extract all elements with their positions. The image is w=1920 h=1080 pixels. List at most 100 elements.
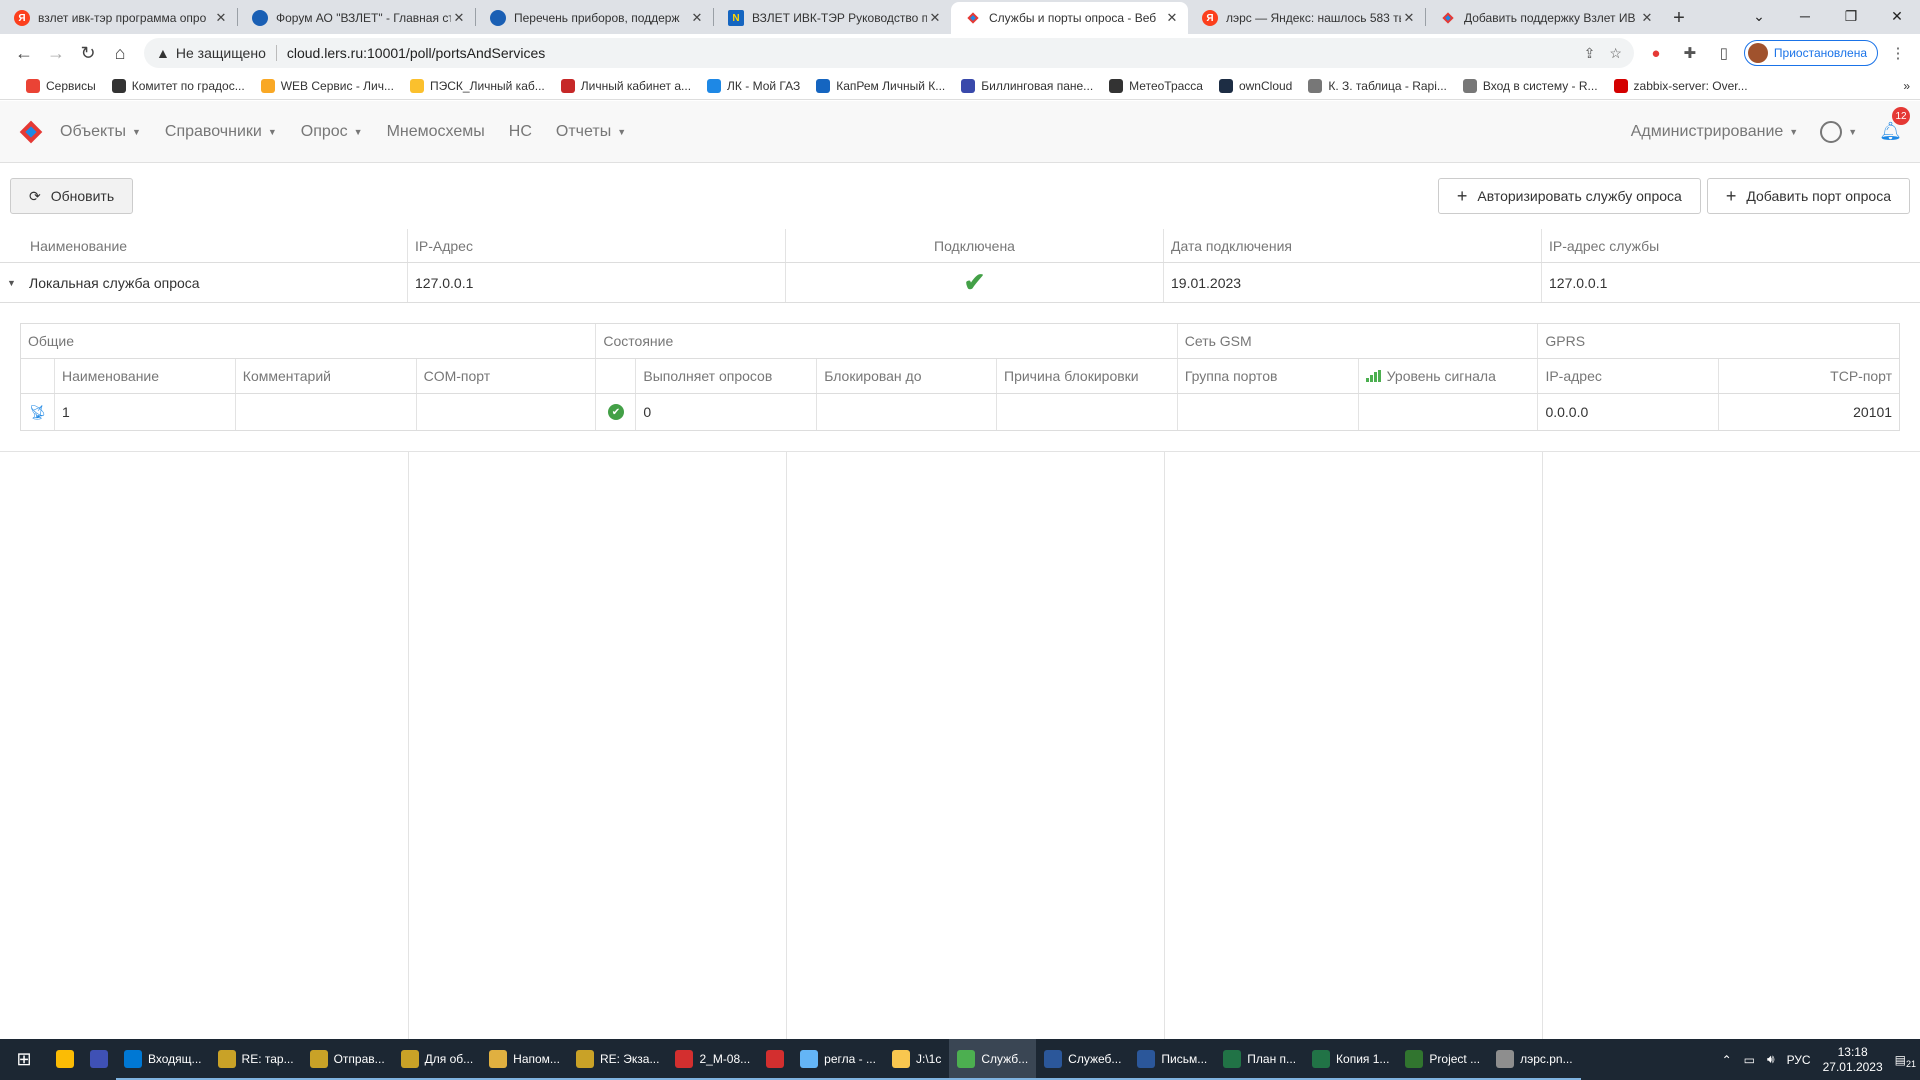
column-header-name[interactable]: Наименование — [0, 229, 408, 262]
bookmark-item[interactable]: К. З. таблица - Rapi... — [1308, 78, 1447, 93]
bookmark-item[interactable]: ownCloud — [1218, 78, 1292, 93]
menu-item-4[interactable]: НС — [509, 123, 532, 141]
table-row[interactable]: 📡︎ 1 ✔ 0 0.0.0.0 20101 — [21, 394, 1899, 430]
column-header-connect-date[interactable]: Дата подключения — [1164, 229, 1542, 262]
tab-close-icon[interactable]: ✕ — [213, 10, 229, 26]
column-header-tcp-port[interactable]: TCP-порт — [1719, 359, 1899, 393]
tab-close-icon[interactable]: ✕ — [451, 10, 467, 26]
new-tab-button[interactable]: + — [1663, 2, 1695, 34]
bookmark-item[interactable]: Комитет по градос... — [111, 78, 245, 93]
tab-0[interactable]: Явзлет ивк-тэр программа опро ✕ — [0, 2, 237, 34]
volume-icon[interactable]: 🔊︎ — [1767, 1052, 1775, 1067]
tab-3[interactable]: N ВЗЛЕТ ИВК-ТЭР Руководство п ✕ — [714, 2, 951, 34]
user-menu[interactable]: ▼ — [1820, 120, 1857, 143]
menu-item-1[interactable]: Справочники ▼ — [165, 123, 277, 141]
bookmark-item[interactable]: ЛК - Мой ГАЗ — [707, 78, 800, 93]
kebab-menu-icon[interactable]: ⋮ — [1884, 39, 1912, 67]
taskbar-app[interactable]: Отправ... — [301, 1039, 393, 1080]
menu-item-0[interactable]: Объекты ▼ — [60, 123, 141, 141]
tab-close-icon[interactable]: ✕ — [1164, 10, 1180, 26]
close-window-button[interactable]: ✕ — [1874, 0, 1920, 32]
column-header-port-ip[interactable]: IP-адрес — [1538, 359, 1720, 393]
chevron-down-icon[interactable]: ⌄ — [1736, 0, 1782, 32]
taskbar-app[interactable]: RE: тар... — [209, 1039, 302, 1080]
taskbar-app[interactable]: регла - ... — [792, 1039, 884, 1080]
minimize-button[interactable]: ─ — [1782, 0, 1828, 32]
column-header-com-port[interactable]: COM-порт — [417, 359, 597, 393]
column-header-ip[interactable]: IP-Адрес — [408, 229, 786, 262]
tab-4[interactable]: Службы и порты опроса - Веб ✕ — [951, 2, 1188, 34]
taskbar-app[interactable]: RE: Экза... — [567, 1039, 668, 1080]
taskbar-app[interactable] — [48, 1039, 82, 1080]
bookmark-item[interactable]: zabbix-server: Over... — [1613, 78, 1748, 93]
menu-admin[interactable]: Администрирование ▼ — [1631, 123, 1799, 141]
bookmark-item[interactable]: КапРем Личный К... — [816, 78, 945, 93]
column-header-polls[interactable]: Выполняет опросов — [636, 359, 818, 393]
tab-close-icon[interactable]: ✕ — [927, 10, 943, 26]
tab-close-icon[interactable]: ✕ — [689, 10, 705, 26]
taskbar-app[interactable]: Служеб... — [1036, 1039, 1130, 1080]
column-header-connected[interactable]: Подключена — [786, 229, 1164, 262]
collapse-caret-icon[interactable]: ▼ — [7, 278, 29, 288]
menu-item-5[interactable]: Отчеты ▼ — [556, 123, 626, 141]
tab-close-icon[interactable]: ✕ — [1401, 10, 1417, 26]
bookmark-item[interactable]: МетеоТрасса — [1109, 78, 1203, 93]
bookmark-item[interactable]: Вход в систему - R... — [1462, 78, 1598, 93]
bookmark-item[interactable]: ПЭСК_Личный каб... — [409, 78, 545, 93]
column-header-block-reason[interactable]: Причина блокировки — [997, 359, 1178, 393]
column-header-comment[interactable]: Комментарий — [236, 359, 417, 393]
bookmark-item[interactable]: Сервисы — [26, 78, 96, 93]
bookmarks-overflow-icon[interactable]: » — [1903, 79, 1910, 93]
security-label[interactable]: Не защищено — [176, 45, 277, 61]
warning-icon[interactable]: ▲ — [156, 45, 170, 61]
reload-button[interactable]: ↻ — [72, 37, 104, 69]
tab-1[interactable]: Форум АО "ВЗЛЕТ" - Главная ст ✕ — [238, 2, 475, 34]
authorize-service-button[interactable]: + Авторизировать службу опроса — [1437, 178, 1701, 214]
language-indicator[interactable]: РУС — [1787, 1053, 1811, 1067]
extension-pin-icon[interactable]: ● — [1642, 39, 1670, 67]
column-header-port-group[interactable]: Группа портов — [1178, 359, 1359, 393]
side-panel-icon[interactable]: ▯ — [1710, 39, 1738, 67]
bookmark-item[interactable]: WEB Сервис - Лич... — [260, 78, 394, 93]
restore-button[interactable]: ❐ — [1828, 0, 1874, 32]
windows-start-icon[interactable]: ⊞ — [0, 1039, 48, 1080]
clock[interactable]: 13:18 27.01.2023 — [1823, 1045, 1883, 1075]
tab-6[interactable]: Добавить поддержку Взлет ИВ ✕ — [1426, 2, 1663, 34]
back-button[interactable]: ← — [8, 37, 40, 69]
taskbar-app[interactable] — [758, 1039, 793, 1080]
network-icon[interactable]: ▭ — [1744, 1053, 1755, 1067]
bookmark-star-icon[interactable]: ☆ — [1609, 45, 1622, 62]
tab-2[interactable]: Перечень приборов, поддерж ✕ — [476, 2, 713, 34]
menu-item-2[interactable]: Опрос ▼ — [301, 123, 363, 141]
taskbar-app[interactable]: Входящ... — [116, 1039, 210, 1080]
column-header-port-name[interactable]: Наименование — [55, 359, 236, 393]
add-port-button[interactable]: + Добавить порт опроса — [1706, 178, 1910, 214]
table-row[interactable]: ▼ Локальная служба опроса 127.0.0.1 ✔ 19… — [0, 263, 1920, 303]
taskbar-app[interactable] — [82, 1039, 116, 1080]
taskbar-app[interactable]: Копия 1... — [1304, 1039, 1398, 1080]
tab-close-icon[interactable]: ✕ — [1639, 10, 1655, 26]
taskbar-app[interactable]: Project ... — [1397, 1039, 1489, 1080]
taskbar-app[interactable]: лэрс.pn... — [1488, 1039, 1581, 1080]
extensions-puzzle-icon[interactable]: ✚ — [1676, 39, 1704, 67]
bookmark-item[interactable]: Личный кабинет а... — [560, 78, 691, 93]
tray-chevron-up-icon[interactable]: ⌃ — [1722, 1053, 1732, 1067]
taskbar-app[interactable]: Напом... — [481, 1039, 568, 1080]
menu-item-3[interactable]: Мнемосхемы — [387, 123, 485, 141]
column-header-signal[interactable]: Уровень сигнала — [1359, 359, 1539, 393]
taskbar-app[interactable]: Письм... — [1129, 1039, 1216, 1080]
taskbar-app[interactable]: Служб... — [949, 1039, 1037, 1080]
taskbar-app[interactable]: План п... — [1215, 1039, 1305, 1080]
lers-logo[interactable] — [18, 119, 44, 145]
column-header-blocked-until[interactable]: Блокирован до — [817, 359, 998, 393]
tab-5[interactable]: Ялэрс — Яндекс: нашлось 583 ты ✕ — [1188, 2, 1425, 34]
taskbar-app[interactable]: Для об... — [392, 1039, 482, 1080]
action-center-icon[interactable]: ▤ 21 — [1895, 1053, 1916, 1069]
share-icon[interactable]: ⇪ — [1584, 45, 1596, 62]
taskbar-app[interactable]: 2_М-08... — [667, 1039, 759, 1080]
taskbar-app[interactable]: J:\1с — [883, 1039, 950, 1080]
address-bar[interactable]: ▲ Не защищено cloud.lers.ru:10001/poll/p… — [144, 38, 1634, 68]
bookmark-item[interactable]: Биллинговая пане... — [961, 78, 1093, 93]
home-button[interactable]: ⌂ — [104, 37, 136, 69]
url-text[interactable]: cloud.lers.ru:10001/poll/portsAndService… — [287, 45, 545, 61]
